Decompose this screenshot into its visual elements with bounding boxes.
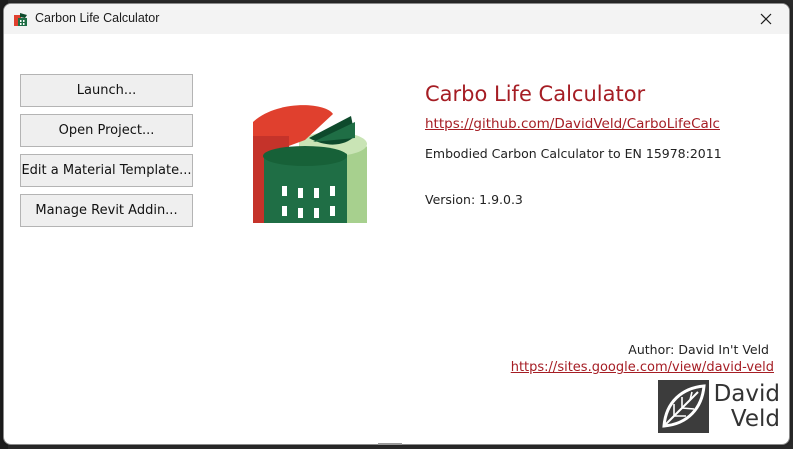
window-title: Carbon Life Calculator [35, 11, 160, 25]
taskbar-hint [378, 443, 402, 445]
app-description: Embodied Carbon Calculator to EN 15978:2… [425, 146, 722, 161]
leaf-logo-icon [658, 380, 709, 433]
close-button[interactable] [743, 4, 789, 34]
edit-material-template-button[interactable]: Edit a Material Template... [20, 154, 193, 187]
open-project-button[interactable]: Open Project... [20, 114, 193, 147]
about-window: Carbon Life Calculator Launch... Open Pr… [3, 3, 790, 445]
github-link[interactable]: https://github.com/DavidVeld/CarboLifeCa… [425, 116, 720, 132]
brand-first-name: David [713, 381, 780, 407]
app-icon [14, 13, 27, 26]
manage-revit-addin-button[interactable]: Manage Revit Addin... [20, 194, 193, 227]
brand-wordmark: David Veld [712, 382, 780, 432]
close-icon [760, 13, 772, 25]
app-name-heading: Carbo Life Calculator [425, 82, 646, 106]
author-label: Author: David In't Veld [628, 342, 769, 357]
author-website-link[interactable]: https://sites.google.com/view/david-veld [511, 360, 774, 375]
brand-last-name: Veld [730, 406, 780, 432]
title-bar[interactable]: Carbon Life Calculator [4, 4, 789, 34]
carbo-logo [253, 105, 367, 223]
launch-button[interactable]: Launch... [20, 74, 193, 107]
version-label: Version: 1.9.0.3 [425, 192, 523, 207]
